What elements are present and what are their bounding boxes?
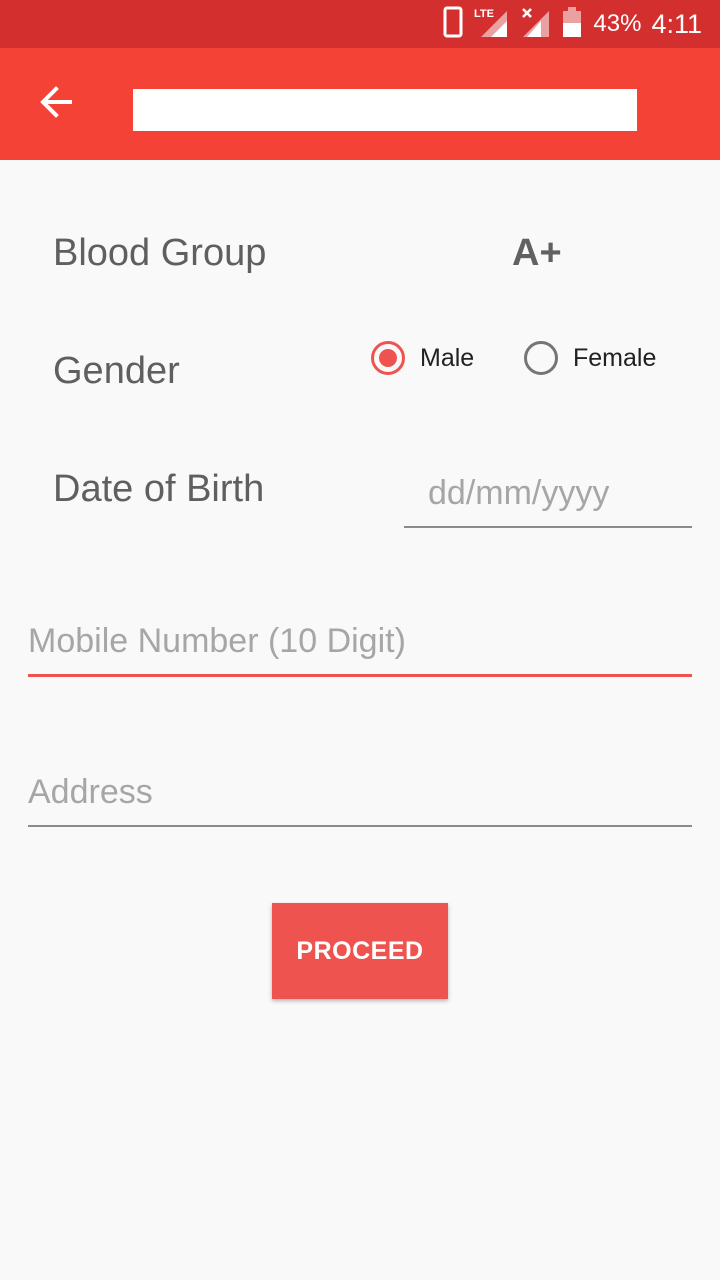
mobile-number-input[interactable]	[28, 617, 692, 677]
dob-label: Date of Birth	[53, 468, 265, 510]
dob-input[interactable]	[404, 466, 692, 528]
radio-unchecked-icon	[524, 341, 558, 375]
lte-signal-icon: LTE	[473, 5, 509, 44]
svg-text:LTE: LTE	[474, 8, 494, 20]
phone-icon	[443, 6, 463, 43]
no-signal-icon	[519, 5, 551, 44]
address-input[interactable]	[28, 767, 692, 827]
gender-label: Gender	[53, 350, 180, 392]
blood-group-value: A+	[512, 232, 562, 274]
blood-group-label: Blood Group	[53, 232, 267, 274]
battery-icon	[561, 5, 583, 44]
radio-checked-icon	[371, 341, 405, 375]
title-input[interactable]	[133, 89, 637, 131]
status-icons: LTE 43% 4:11	[443, 0, 702, 48]
back-button[interactable]	[28, 76, 84, 132]
battery-percent: 43%	[593, 10, 642, 37]
gender-male-radio[interactable]: Male	[371, 341, 474, 375]
app-bar	[0, 48, 720, 160]
gender-female-label: Female	[573, 343, 657, 372]
status-time: 4:11	[651, 8, 702, 39]
gender-male-label: Male	[420, 343, 475, 372]
back-arrow-icon	[38, 84, 74, 125]
gender-female-radio[interactable]: Female	[524, 341, 656, 375]
status-bar: LTE 43% 4:11	[0, 0, 720, 48]
proceed-button[interactable]: PROCEED	[272, 903, 448, 999]
